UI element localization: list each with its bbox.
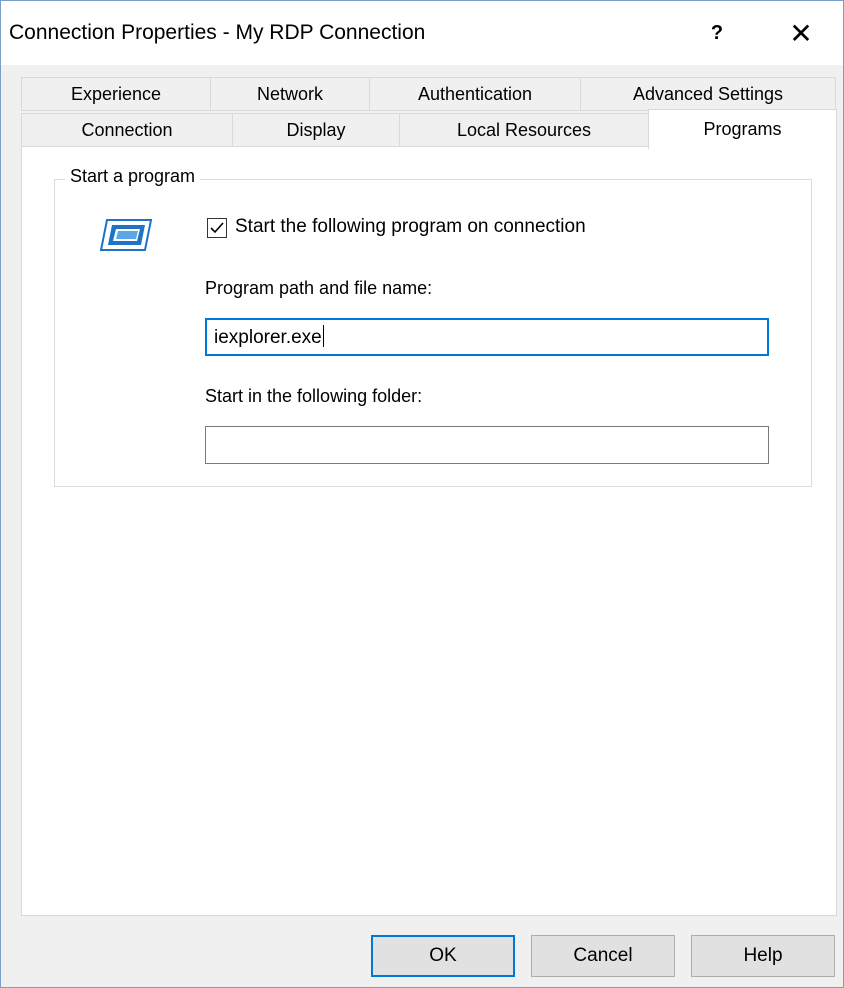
group-title: Start a program: [65, 166, 201, 187]
start-folder-label: Start in the following folder:: [205, 386, 423, 406]
cancel-button[interactable]: Cancel: [531, 935, 675, 977]
start-program-checkbox-label[interactable]: Start the following program on connectio…: [235, 216, 586, 238]
tab-connection[interactable]: Connection: [21, 113, 233, 147]
tab-display[interactable]: Display: [232, 113, 400, 147]
start-program-checkbox[interactable]: [207, 218, 227, 238]
program-path-value: iexplorer.exe: [214, 327, 322, 348]
program-path-input[interactable]: iexplorer.exe: [205, 318, 769, 356]
start-folder-input[interactable]: [205, 426, 769, 464]
title-bar: Connection Properties - My RDP Connectio…: [1, 1, 843, 65]
tab-programs[interactable]: Programs: [648, 109, 837, 149]
dialog-window: Connection Properties - My RDP Connectio…: [0, 0, 844, 988]
close-button[interactable]: ✕: [771, 1, 831, 65]
tab-experience[interactable]: Experience: [21, 77, 211, 111]
text-caret: [322, 325, 324, 347]
tab-advanced-settings[interactable]: Advanced Settings: [580, 77, 836, 111]
help-button[interactable]: Help: [691, 935, 835, 977]
checkmark-icon: [210, 222, 224, 234]
window-title: Connection Properties - My RDP Connectio…: [9, 21, 426, 44]
tab-network[interactable]: Network: [210, 77, 370, 111]
program-window-icon: [99, 219, 153, 251]
tab-authentication[interactable]: Authentication: [369, 77, 581, 111]
help-title-button[interactable]: ?: [687, 1, 747, 65]
ok-button[interactable]: OK: [371, 935, 515, 977]
program-path-label: Program path and file name:: [205, 278, 433, 298]
tab-panel-programs: Start a program Start the following prog…: [21, 146, 837, 916]
start-program-group: Start a program Start the following prog…: [54, 166, 812, 487]
tab-local-resources[interactable]: Local Resources: [399, 113, 649, 147]
